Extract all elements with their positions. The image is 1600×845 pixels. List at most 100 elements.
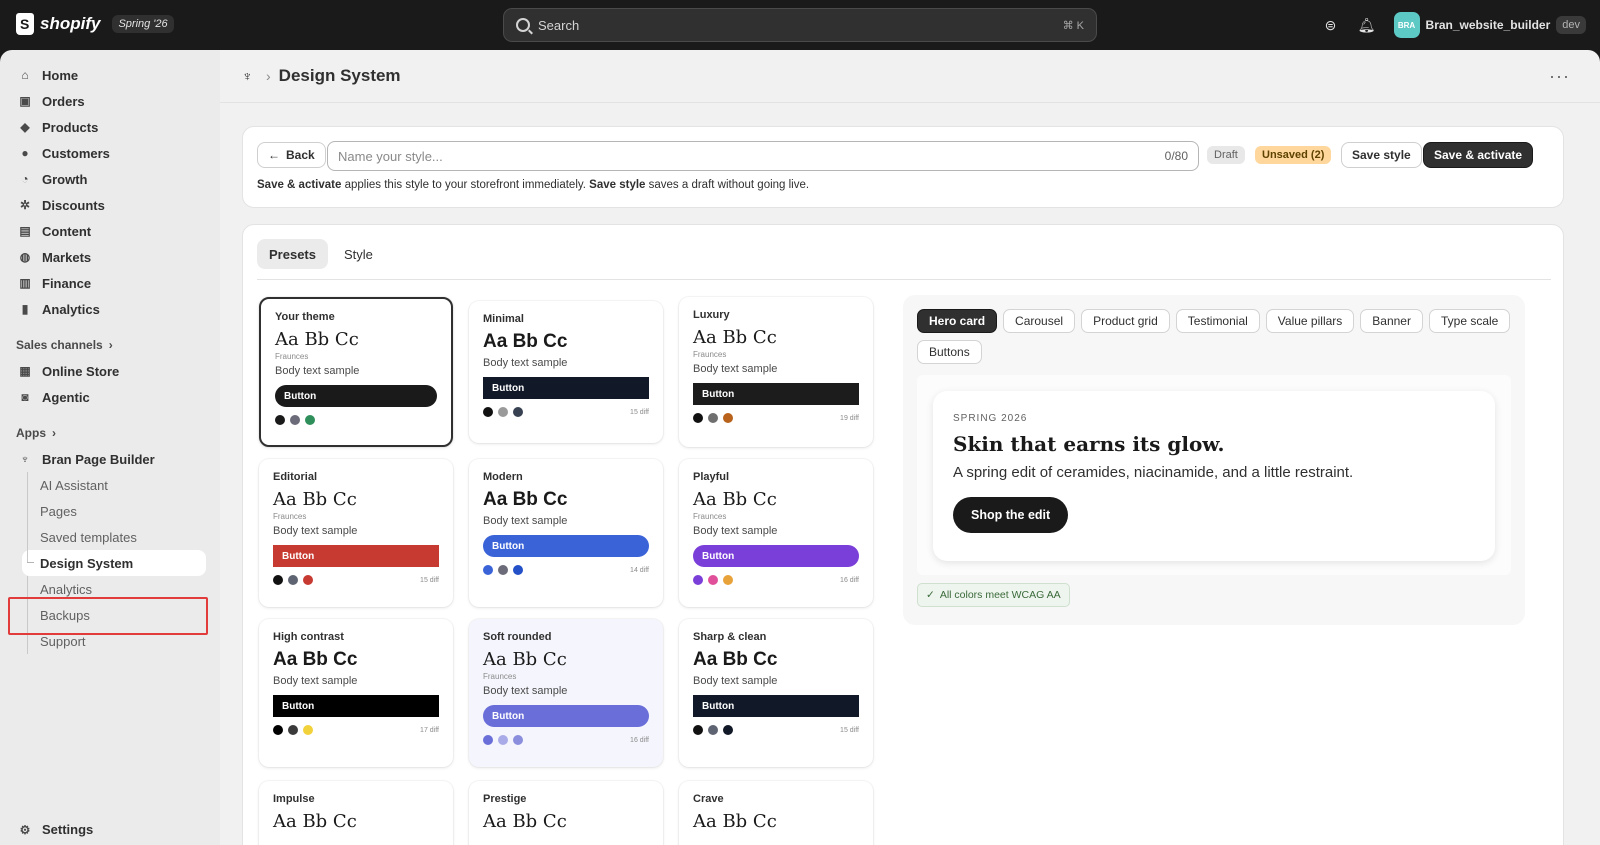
sidebar-item-orders[interactable]: ▣ Orders — [8, 88, 208, 114]
tab-presets[interactable]: Presets — [257, 239, 328, 269]
preset-button-sample: Button — [693, 383, 859, 405]
user-menu[interactable]: BRA Bran_website_builder dev — [1393, 12, 1586, 38]
sidebar-item-discounts[interactable]: ✲ Discounts — [8, 192, 208, 218]
sidebar-item-label: Agentic — [42, 389, 90, 405]
home-icon: ⌂ — [21, 68, 29, 82]
color-swatches: 15 diff — [693, 725, 859, 735]
chip-testimonial[interactable]: Testimonial — [1175, 309, 1260, 333]
env-badge: dev — [1556, 16, 1586, 34]
apps-heading[interactable]: Apps › — [8, 420, 208, 446]
sidebar-item-home[interactable]: ⌂ Home — [8, 62, 208, 88]
color-swatch — [305, 415, 315, 425]
color-swatch — [708, 725, 718, 735]
font-name: Fraunces — [273, 512, 307, 521]
main-content: ♆ › Design System ··· ← Back Name your s… — [220, 50, 1600, 845]
preset-button-sample: Button — [693, 545, 859, 567]
preset-card-crave[interactable]: Crave Aa Bb Cc — [679, 781, 873, 845]
agent-icon: ◙ — [21, 390, 29, 404]
search-bar[interactable]: Search ⌘ K — [503, 8, 1097, 42]
username: Bran_website_builder — [1425, 18, 1551, 32]
preset-card-soft-rounded[interactable]: Soft rounded Aa Bb Cc Fraunces Body text sa… — [469, 619, 663, 767]
chip-banner[interactable]: Banner — [1360, 309, 1423, 333]
preset-name: Impulse — [273, 793, 315, 805]
preset-button-sample: Button — [273, 695, 439, 717]
chip-buttons[interactable]: Buttons — [917, 340, 982, 364]
sidebar-item-customers[interactable]: ● Customers — [8, 140, 208, 166]
diff-count: 15 diff — [840, 726, 859, 734]
color-swatches — [275, 415, 437, 425]
sidebar-item-products[interactable]: ◆ Products — [8, 114, 208, 140]
preset-card-high-contrast[interactable]: High contrast Aa Bb Cc Body text sample But… — [259, 619, 453, 767]
tab-bar: Presets Style — [257, 239, 385, 269]
hero-cta-button[interactable]: Shop the edit — [953, 497, 1069, 533]
sidebar-item-settings[interactable]: ⚙ Settings — [18, 822, 94, 837]
sidebar-item-markets[interactable]: ◍ Markets — [8, 244, 208, 270]
back-button[interactable]: ← Back — [257, 142, 326, 168]
chip-value-pillars[interactable]: Value pillars — [1265, 309, 1355, 333]
preset-card-editorial[interactable]: Editorial Aa Bb Cc Fraunces Body text sampl… — [259, 459, 453, 607]
preset-button-sample: Button — [483, 705, 649, 727]
sidebar-subitem-label: AI Assistant — [40, 477, 108, 493]
save-style-button[interactable]: Save style — [1341, 142, 1422, 168]
chip-type-scale[interactable]: Type scale — [1428, 309, 1511, 333]
preset-button-sample: Button — [273, 545, 439, 567]
sidebar-subitem-saved-templates[interactable]: Saved templates — [8, 524, 208, 550]
tabs-divider — [257, 279, 1551, 280]
tree-line — [27, 472, 28, 498]
more-actions-icon[interactable]: ··· — [1549, 66, 1570, 87]
app-icon[interactable]: ♆ — [242, 68, 258, 84]
sidebar-item-analytics[interactable]: ▮ Analytics — [8, 296, 208, 322]
preset-card-modern[interactable]: Modern Aa Bb Cc Body text sample Button 14 d… — [469, 459, 663, 607]
sidebar-subitem-label: Analytics — [40, 581, 93, 597]
type-sample: Aa Bb Cc — [275, 329, 359, 350]
store-icon: ▦ — [19, 364, 31, 378]
save-activate-button[interactable]: Save & activate — [1423, 142, 1534, 168]
hint-bold-2: Save style — [589, 179, 646, 191]
type-sample: Aa Bb Cc — [273, 489, 357, 510]
content-icon: ▤ — [19, 224, 31, 238]
bell-icon[interactable]: 🔔︎ — [1358, 16, 1376, 34]
arrow-left-icon: ← — [268, 148, 280, 162]
sidebar-item-growth[interactable]: ◔ Growth — [8, 166, 208, 192]
diff-count: 15 diff — [630, 408, 649, 416]
sidebar-item-label: Online Store — [42, 363, 120, 379]
chip-hero-card[interactable]: Hero card — [917, 309, 998, 333]
preset-card-playful[interactable]: Playful Aa Bb Cc Fraunces Body text sample B… — [679, 459, 873, 607]
search-icon — [516, 18, 530, 32]
preset-card-sharp-clean[interactable]: Sharp & clean Aa Bb Cc Body text sample But… — [679, 619, 873, 767]
preset-card-impulse[interactable]: Impulse Aa Bb Cc — [259, 781, 453, 845]
orders-icon: ▣ — [19, 94, 31, 108]
color-swatch — [723, 725, 733, 735]
preset-card-luxury[interactable]: Luxury Aa Bb Cc Fraunces Body text sample Bu… — [679, 297, 873, 447]
preset-card-minimal[interactable]: Minimal Aa Bb Cc Body text sample Button 15 … — [469, 301, 663, 443]
preset-card-your-theme[interactable]: Your theme Aa Bb Cc Fraunces Body text samp… — [259, 297, 453, 447]
style-name-card: ← Back Name your style... 0/80 Draft Uns… — [242, 126, 1564, 208]
top-bar: shopify Spring '26 Search ⌘ K ⊜ 🔔︎ BRA B… — [0, 0, 1600, 50]
sidebar-item-online-store[interactable]: ▦ Online Store — [8, 358, 208, 384]
diff-count: 16 diff — [630, 736, 649, 744]
chip-product-grid[interactable]: Product grid — [1081, 309, 1170, 333]
preset-card-prestige[interactable]: Prestige Aa Bb Cc — [469, 781, 663, 845]
sidebar-subitem-design-system[interactable]: Design System — [22, 550, 206, 576]
tab-style[interactable]: Style — [332, 239, 385, 269]
shopify-logo[interactable]: shopify Spring '26 — [16, 13, 174, 35]
sidebar-item-agentic[interactable]: ◙ Agentic — [8, 384, 208, 410]
sidebar-item-label: Products — [42, 119, 99, 135]
body-sample: Body text sample — [273, 525, 358, 537]
chip-carousel[interactable]: Carousel — [1003, 309, 1076, 333]
preset-button-sample: Button — [483, 535, 649, 557]
hero-title: Skin that earns its glow. — [953, 432, 1225, 456]
brand-name: shopify — [40, 14, 101, 33]
sidebar-subitem-pages[interactable]: Pages — [8, 498, 208, 524]
preview-panel: Hero card Carousel Product grid Testimonial… — [903, 295, 1525, 625]
style-name-input[interactable]: Name your style... 0/80 — [327, 141, 1199, 171]
sidekick-icon[interactable]: ⊜ — [1322, 16, 1340, 34]
sidebar-item-content[interactable]: ▤ Content — [8, 218, 208, 244]
sales-channels-heading[interactable]: Sales channels › — [8, 332, 208, 358]
type-sample: Aa Bb Cc — [693, 649, 778, 670]
sidebar-item-bran-page-builder[interactable]: ♆ Bran Page Builder — [8, 446, 208, 472]
sidebar-item-finance[interactable]: ▥ Finance — [8, 270, 208, 296]
sidebar-subitem-ai-assistant[interactable]: AI Assistant — [8, 472, 208, 498]
color-swatch — [723, 575, 733, 585]
color-swatch — [723, 413, 733, 423]
